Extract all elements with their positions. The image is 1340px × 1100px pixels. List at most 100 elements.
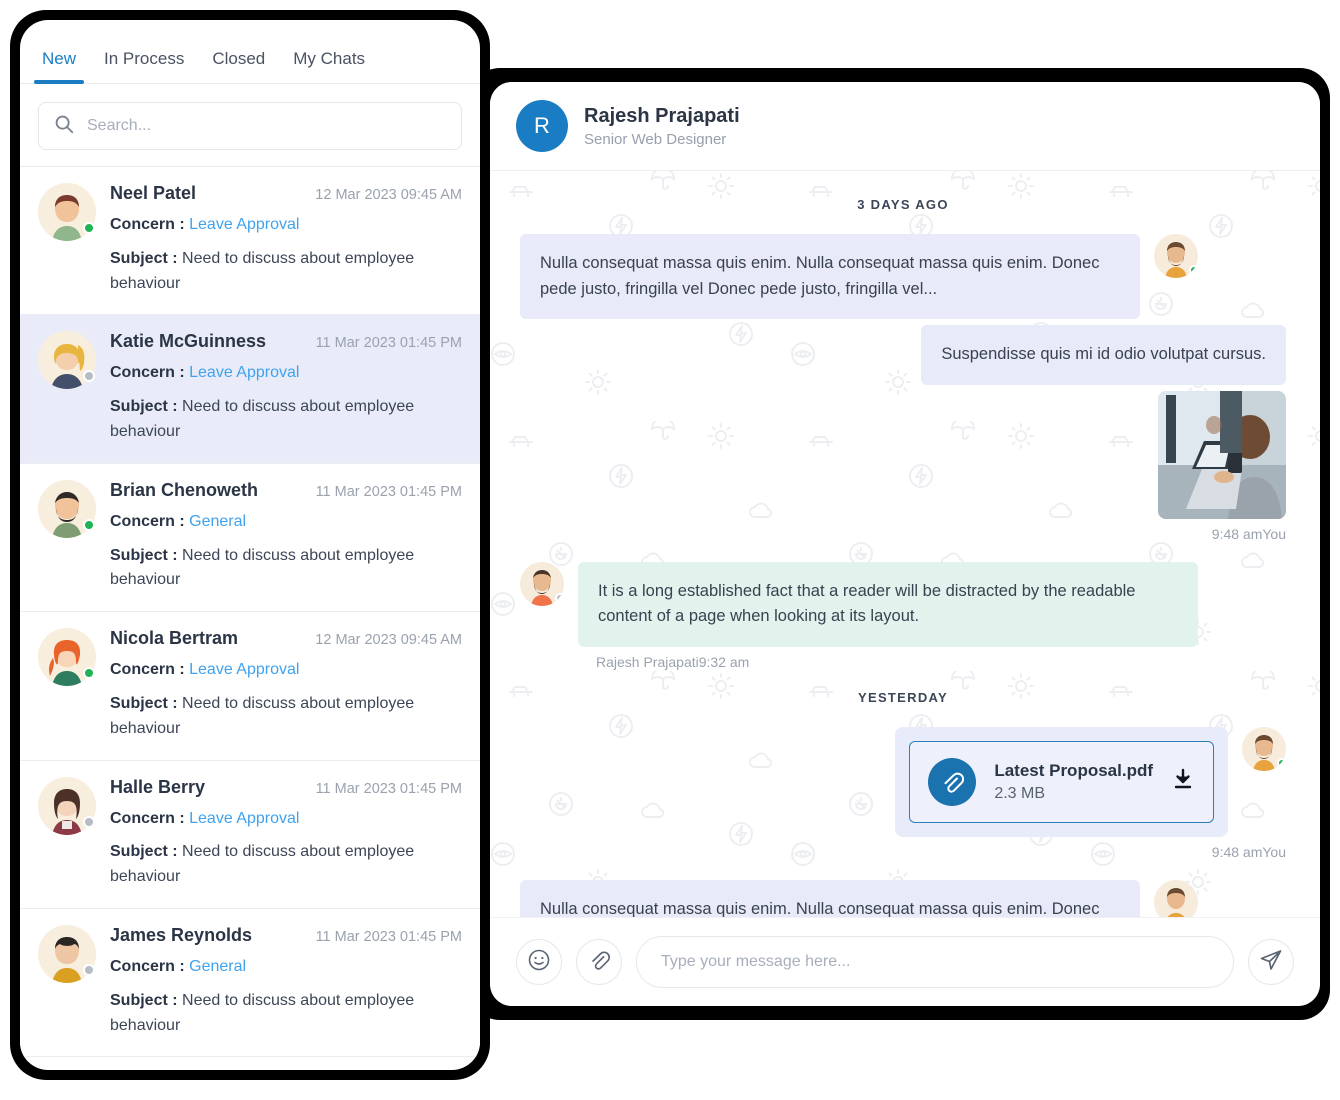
search-area — [20, 84, 480, 166]
concern-value[interactable]: Leave Approval — [189, 216, 299, 233]
avatar — [38, 925, 96, 983]
chat-messages-scroll[interactable]: 3 DAYS AGO Nulla consequat massa quis en… — [490, 171, 1320, 917]
avatar — [38, 628, 96, 686]
chat-contact-name: Rajesh Prajapati — [584, 105, 740, 128]
ticket-time: 11 Mar 2023 01:45 PM — [316, 781, 462, 797]
ticket-concern-line: Concern : Leave Approval — [110, 213, 462, 238]
ticket-list-item[interactable]: Katie McGuinness11 Mar 2023 01:45 PM Conc… — [20, 315, 480, 463]
chat-panel: R Rajesh Prajapati Senior Web Designer — [490, 82, 1320, 1006]
file-info: Latest Proposal.pdf 2.3 MB — [994, 761, 1153, 803]
message-row-file-outgoing: Latest Proposal.pdf 2.3 MB — [520, 727, 1286, 837]
ticket-subject-line: Subject : Need to discuss about employee… — [110, 544, 462, 594]
chat-contact-role: Senior Web Designer — [584, 131, 740, 148]
message-bubble: Nulla consequat massa quis enim. Nulla c… — [520, 234, 1140, 319]
concern-label: Concern : — [110, 216, 185, 233]
concern-label: Concern : — [110, 661, 185, 678]
status-dot-offline — [83, 816, 95, 828]
chat-body: 3 DAYS AGO Nulla consequat massa quis en… — [490, 171, 1320, 917]
subject-label: Subject : — [110, 398, 178, 415]
status-dot-online — [1277, 758, 1286, 768]
ticket-list-item[interactable]: Brian Chenoweth11 Mar 2023 01:45 PM Conce… — [20, 464, 480, 612]
tab-my-chats[interactable]: My Chats — [279, 49, 379, 83]
message-row-incoming: Nulla consequat massa quis enim. Nulla c… — [520, 234, 1286, 319]
message-input[interactable] — [636, 936, 1234, 988]
send-icon — [1259, 948, 1283, 977]
ticket-name: Brian Chenoweth — [110, 480, 258, 501]
ticket-list-item[interactable]: Nicola Bertram12 Mar 2023 09:45 AM Concer… — [20, 612, 480, 760]
message-row-outgoing: Suspendisse quis mi id odio volutpat cur… — [520, 325, 1286, 385]
message-meta: 9:48 amYou — [520, 844, 1286, 860]
ticket-time: 12 Mar 2023 09:45 AM — [315, 632, 462, 648]
ticket-time: 11 Mar 2023 01:45 PM — [316, 929, 462, 945]
concern-value[interactable]: Leave Approval — [189, 364, 299, 381]
status-dot-online — [83, 667, 95, 679]
ticket-name: Katie McGuinness — [110, 331, 266, 352]
ticket-body: Katie McGuinness11 Mar 2023 01:45 PM Conc… — [110, 331, 462, 444]
status-dot-offline — [83, 370, 95, 382]
status-dot-online — [1189, 265, 1198, 275]
avatar — [1242, 727, 1286, 771]
avatar — [38, 183, 96, 241]
tab-closed[interactable]: Closed — [198, 49, 279, 83]
concern-value[interactable]: Leave Approval — [189, 661, 299, 678]
ticket-concern-line: Concern : General — [110, 955, 462, 980]
concern-value[interactable]: General — [189, 513, 246, 530]
subject-label: Subject : — [110, 547, 178, 564]
ticket-header: Brian Chenoweth11 Mar 2023 01:45 PM — [110, 480, 462, 501]
tab-in-process-label: In Process — [104, 49, 184, 68]
ticket-body: Brian Chenoweth11 Mar 2023 01:45 PM Conce… — [110, 480, 462, 593]
message-image[interactable] — [1158, 391, 1286, 519]
tab-bar: New In Process Closed My Chats — [20, 20, 480, 84]
message-meta: Rajesh Prajapati9:32 am — [596, 654, 1286, 670]
tab-new[interactable]: New — [28, 49, 90, 83]
avatar — [38, 777, 96, 835]
ticket-list[interactable]: Neel Patel12 Mar 2023 09:45 AM Concern : … — [20, 166, 480, 1070]
day-separator-yesterday: YESTERDAY — [520, 690, 1286, 705]
ticket-list-item[interactable]: James Reynolds11 Mar 2023 01:45 PM Concer… — [20, 909, 480, 1057]
search-box[interactable] — [38, 102, 462, 150]
file-name: Latest Proposal.pdf — [994, 761, 1153, 781]
attach-button[interactable] — [576, 939, 622, 985]
ticket-concern-line: Concern : General — [110, 510, 462, 535]
tab-in-process[interactable]: In Process — [90, 49, 198, 83]
emoji-button[interactable] — [516, 939, 562, 985]
download-icon[interactable] — [1171, 767, 1195, 796]
ticket-header: Halle Berry11 Mar 2023 01:45 PM — [110, 777, 462, 798]
ticket-concern-line: Concern : Leave Approval — [110, 807, 462, 832]
message-bubble: Nulla consequat massa quis enim. Nulla c… — [520, 880, 1140, 917]
ticket-body: Neel Patel12 Mar 2023 09:45 AM Concern : … — [110, 183, 462, 296]
status-dot-offline — [83, 964, 95, 976]
avatar — [1154, 880, 1198, 917]
ticket-header: Nicola Bertram12 Mar 2023 09:45 AM — [110, 628, 462, 649]
status-dot-offline — [555, 593, 564, 603]
message-row-incoming: Nulla consequat massa quis enim. Nulla c… — [520, 880, 1286, 917]
ticket-header: Neel Patel12 Mar 2023 09:45 AM — [110, 183, 462, 204]
ticket-subject-line: Subject : Need to discuss about employee… — [110, 395, 462, 445]
ticket-subject-line: Subject : Need to discuss about employee… — [110, 247, 462, 297]
concern-label: Concern : — [110, 364, 185, 381]
paperclip-icon — [588, 949, 610, 976]
message-bubble: Suspendisse quis mi id odio volutpat cur… — [921, 325, 1286, 385]
ticket-subject-line: Subject : Need to discuss about employee… — [110, 840, 462, 890]
send-button[interactable] — [1248, 939, 1294, 985]
ticket-time: 12 Mar 2023 09:45 AM — [315, 187, 462, 203]
ticket-header: James Reynolds11 Mar 2023 01:45 PM — [110, 925, 462, 946]
search-input[interactable] — [87, 117, 447, 135]
concern-value[interactable]: Leave Approval — [189, 810, 299, 827]
concern-label: Concern : — [110, 810, 185, 827]
ticket-list-item[interactable]: Halle Berry11 Mar 2023 01:45 PM Concern :… — [20, 761, 480, 909]
message-bubble: It is a long established fact that a rea… — [578, 562, 1198, 647]
tab-new-label: New — [42, 49, 76, 68]
ticket-list-item[interactable]: Neel Patel12 Mar 2023 09:45 AM Concern : … — [20, 167, 480, 315]
file-card[interactable]: Latest Proposal.pdf 2.3 MB — [909, 741, 1214, 823]
subject-label: Subject : — [110, 695, 178, 712]
chat-header: R Rajesh Prajapati Senior Web Designer — [490, 82, 1320, 171]
man-working-on-laptop-photo — [1158, 391, 1286, 519]
ticket-header: Katie McGuinness11 Mar 2023 01:45 PM — [110, 331, 462, 352]
status-dot-online — [83, 222, 95, 234]
concern-value[interactable]: General — [189, 958, 246, 975]
ticket-body: Nicola Bertram12 Mar 2023 09:45 AM Concer… — [110, 628, 462, 741]
subject-label: Subject : — [110, 843, 178, 860]
subject-label: Subject : — [110, 992, 178, 1009]
avatar — [520, 562, 564, 606]
